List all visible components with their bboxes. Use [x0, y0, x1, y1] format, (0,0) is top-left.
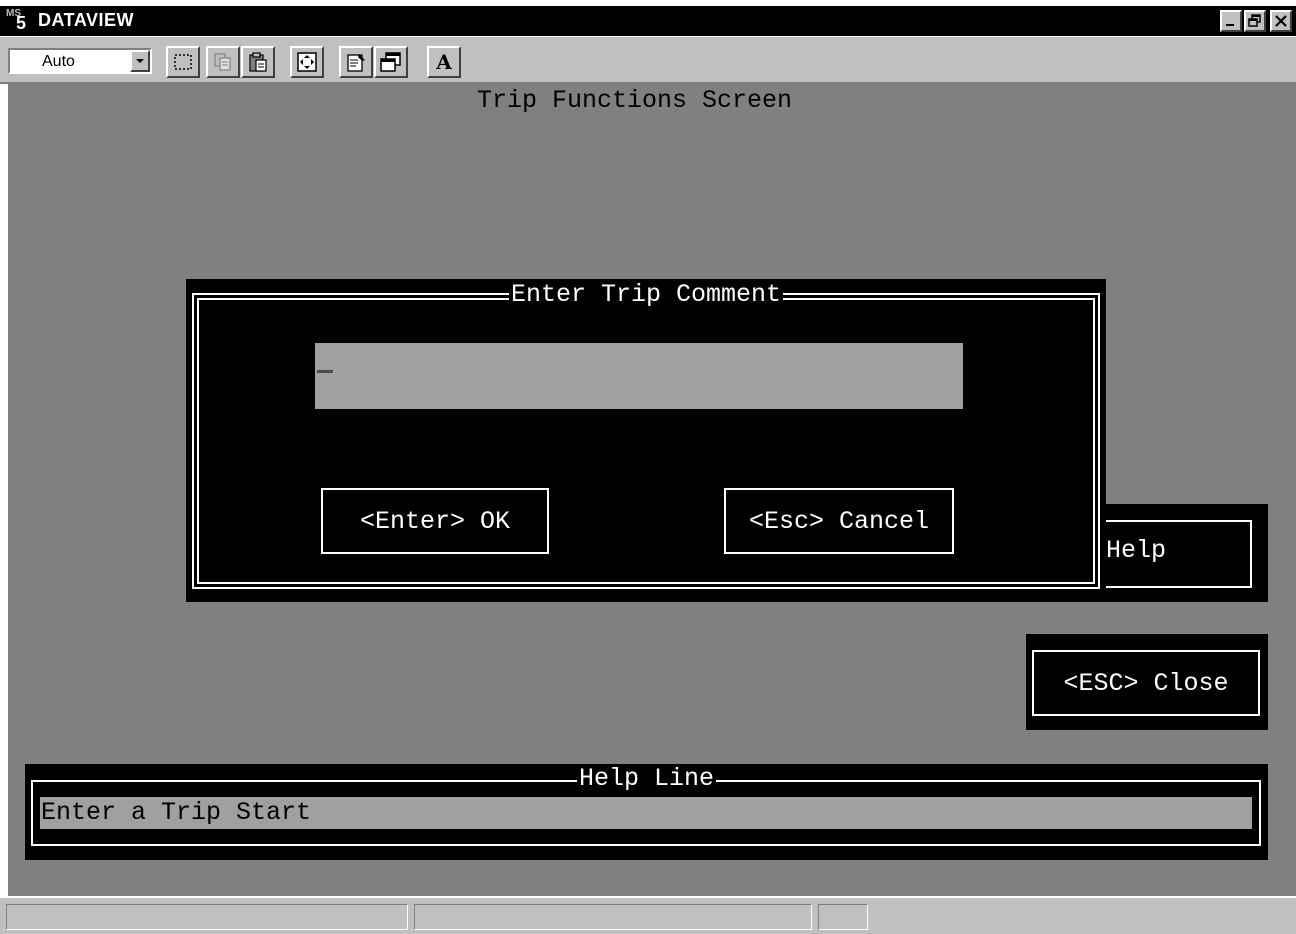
status-bar [0, 896, 1296, 934]
dialog-title-row: Enter Trip Comment [186, 280, 1106, 309]
paste-button[interactable] [241, 46, 275, 78]
mark-icon [174, 54, 192, 70]
fullscreen-button[interactable] [290, 46, 324, 78]
ok-button[interactable]: <Enter> OK [321, 488, 549, 554]
fullscreen-icon [297, 52, 317, 72]
close-icon [1275, 15, 1287, 27]
background-icon [380, 52, 401, 72]
status-panel-3 [818, 904, 868, 930]
status-panel-2 [414, 904, 812, 930]
restore-icon [1248, 14, 1261, 27]
help-line-panel: Help Line Enter a Trip Start [25, 764, 1268, 860]
title-bar[interactable]: MS 5 DATAVIEW [0, 6, 1296, 36]
help-line-title: Help Line [576, 764, 717, 793]
copy-button[interactable] [206, 46, 240, 78]
font-size-select[interactable]: Auto [8, 48, 152, 74]
dropdown-arrow-icon[interactable] [130, 50, 150, 72]
screen-title: Trip Functions Screen [477, 86, 793, 115]
app-logo-icon[interactable]: MS 5 [6, 8, 38, 34]
trip-comment-dialog: Enter Trip Comment <Enter> OK <Esc> Canc… [186, 279, 1106, 602]
minimize-icon [1226, 24, 1234, 26]
logo-five-text: 5 [16, 13, 27, 33]
status-panel-1 [6, 904, 408, 930]
trip-comment-input[interactable] [315, 343, 963, 409]
background-button[interactable] [374, 46, 408, 78]
help-line-field: Enter a Trip Start [40, 797, 1252, 829]
paste-icon [249, 52, 267, 72]
help-button-label[interactable]: Help [1106, 536, 1166, 565]
window-title: DATAVIEW [38, 10, 134, 30]
help-line-title-row: Help Line [25, 764, 1268, 793]
dialog-title: Enter Trip Comment [508, 280, 784, 309]
close-panel: <ESC> Close [1026, 634, 1268, 730]
minimize-button[interactable] [1220, 10, 1242, 32]
restore-button[interactable] [1244, 10, 1266, 32]
properties-button[interactable] [339, 46, 373, 78]
text-cursor [317, 370, 333, 373]
help-line-text: Enter a Trip Start [41, 798, 312, 827]
font-icon: A [436, 50, 452, 74]
toolbar: Auto A [0, 36, 1296, 84]
font-button[interactable]: A [427, 46, 461, 78]
copy-icon [214, 53, 231, 71]
close-button-label: <ESC> Close [1063, 668, 1229, 698]
close-button[interactable]: <ESC> Close [1032, 650, 1260, 716]
properties-icon [347, 54, 365, 72]
mark-button[interactable] [166, 46, 200, 78]
cancel-button[interactable]: <Esc> Cancel [724, 488, 954, 554]
close-window-button[interactable] [1270, 10, 1292, 32]
console-area: Trip Functions Screen Help <ESC> Close E… [8, 84, 1296, 896]
font-size-value: Auto [42, 53, 75, 70]
